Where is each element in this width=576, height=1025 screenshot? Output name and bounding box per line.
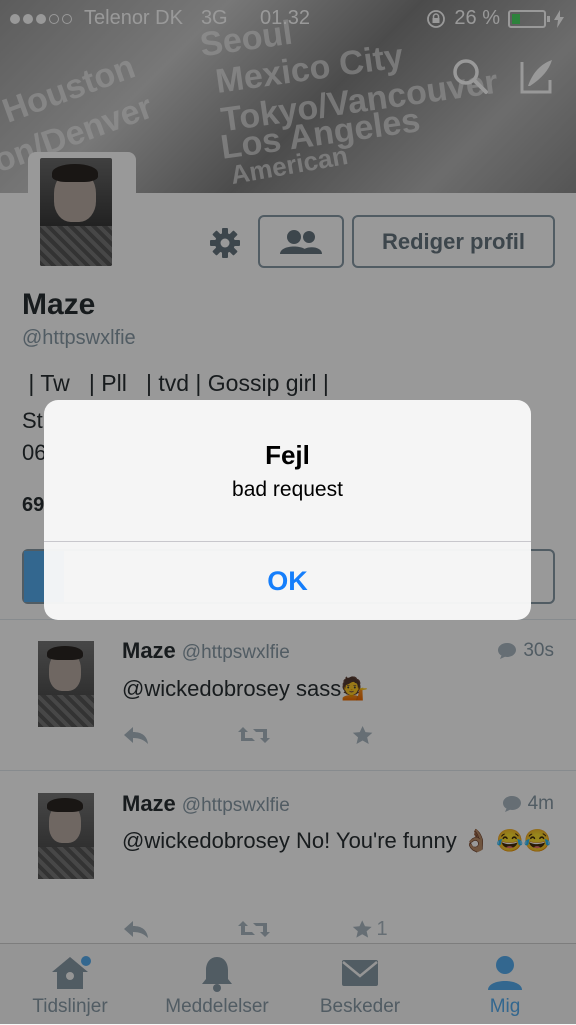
- alert-message: bad request: [232, 478, 343, 501]
- alert-ok-button[interactable]: OK: [44, 542, 531, 620]
- error-alert-dialog: Fejl bad request OK: [44, 400, 531, 620]
- alert-title: Fejl: [265, 440, 310, 470]
